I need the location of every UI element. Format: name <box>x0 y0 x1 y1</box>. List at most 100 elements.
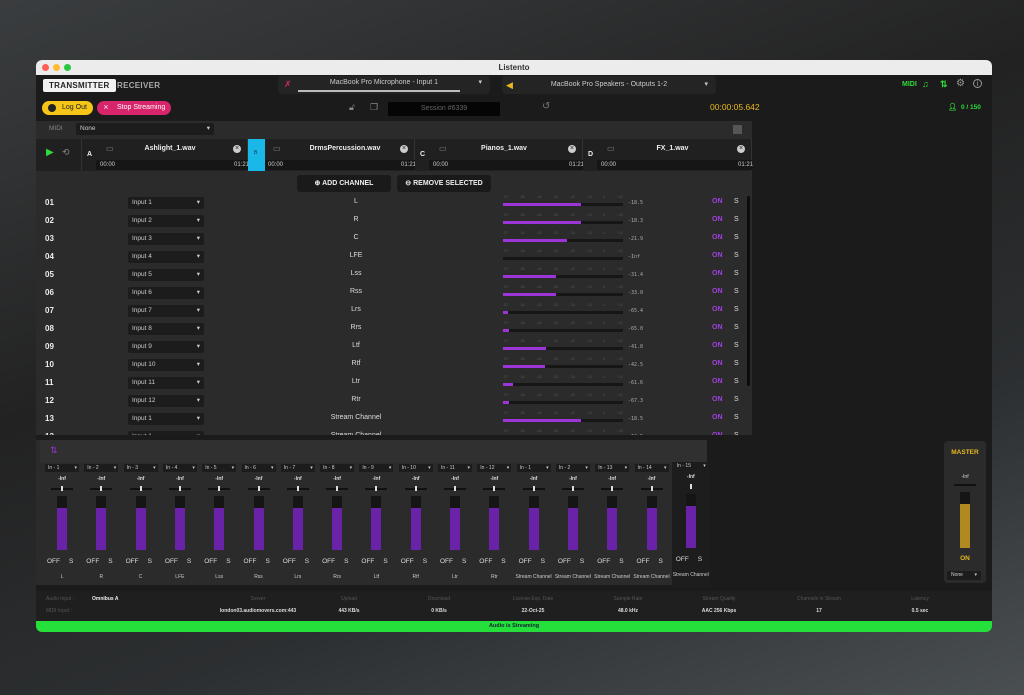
channel-solo-button[interactable]: S <box>734 234 739 241</box>
strip-on-toggle[interactable]: OFF <box>637 558 650 565</box>
strip-on-toggle[interactable]: OFF <box>401 558 414 565</box>
play-icon[interactable]: ▶ <box>46 147 54 158</box>
channel-on-toggle[interactable]: ON <box>712 270 723 277</box>
strip-on-toggle[interactable]: OFF <box>165 558 178 565</box>
strip-on-toggle[interactable]: OFF <box>283 558 296 565</box>
strip-input-select[interactable]: In - 10▾ <box>399 464 433 472</box>
folder-icon[interactable]: ▭ <box>607 144 615 153</box>
pan-handle[interactable] <box>415 486 417 491</box>
channel-on-toggle[interactable]: ON <box>712 216 723 223</box>
channel-row[interactable]: 04Input 4LFE-57-50-40-30-20-100+12-InfON… <box>36 248 748 266</box>
strip-input-select[interactable]: In - 15▾ <box>674 462 708 470</box>
channel-solo-button[interactable]: S <box>734 396 739 403</box>
pan-handle[interactable] <box>258 486 260 491</box>
strip-solo-button[interactable]: S <box>698 556 702 563</box>
loop-icon[interactable]: ⟲ <box>62 147 70 158</box>
strip-on-toggle[interactable]: OFF <box>558 558 571 565</box>
strip-input-select[interactable]: In - 3▾ <box>124 464 158 472</box>
strip-fader[interactable] <box>214 496 224 550</box>
channel-input-select[interactable]: Input 9 <box>128 341 204 353</box>
remove-file-icon[interactable]: × <box>400 145 408 153</box>
pan-handle[interactable] <box>533 486 535 491</box>
strip-on-toggle[interactable]: OFF <box>47 558 60 565</box>
pan-handle[interactable] <box>690 484 692 489</box>
channel-row[interactable]: 10Input 10Rtf-57-50-40-30-20-100+12-42.5… <box>36 356 748 374</box>
strip-on-toggle[interactable]: OFF <box>676 556 689 563</box>
channel-input-select[interactable]: Input 8 <box>128 323 204 335</box>
strip-input-select[interactable]: In - 1▾ <box>517 464 551 472</box>
strip-solo-button[interactable]: S <box>423 558 427 565</box>
gear-icon[interactable]: ⚙ <box>956 78 965 89</box>
strip-on-toggle[interactable]: OFF <box>479 558 492 565</box>
pan-handle[interactable] <box>61 486 63 491</box>
strip-fader[interactable] <box>96 496 106 550</box>
channel-solo-button[interactable]: S <box>734 306 739 313</box>
strip-solo-button[interactable]: S <box>226 558 230 565</box>
channel-solo-button[interactable]: S <box>734 198 739 205</box>
channel-solo-button[interactable]: S <box>734 378 739 385</box>
strip-on-toggle[interactable]: OFF <box>322 558 335 565</box>
pan-handle[interactable] <box>493 486 495 491</box>
channel-input-select[interactable]: Input 6 <box>128 287 204 299</box>
strip-input-select[interactable]: In - 12▾ <box>477 464 511 472</box>
history-icon[interactable]: ↺ <box>542 101 550 112</box>
music-note-icon[interactable]: ♫ <box>922 79 929 89</box>
channel-row[interactable]: 08Input 8Rrs-57-50-40-30-20-100+12-65.0O… <box>36 320 748 338</box>
strip-on-toggle[interactable]: OFF <box>244 558 257 565</box>
channel-solo-button[interactable]: S <box>734 216 739 223</box>
folder-icon[interactable]: ▭ <box>273 144 281 153</box>
channel-on-toggle[interactable]: ON <box>712 324 723 331</box>
channel-input-select[interactable]: Input 1 <box>128 413 204 425</box>
strip-on-toggle[interactable]: OFF <box>519 558 532 565</box>
remove-file-icon[interactable]: × <box>737 145 745 153</box>
channel-input-select[interactable]: Input 4 <box>128 251 204 263</box>
strip-fader[interactable] <box>57 496 67 550</box>
channel-solo-button[interactable]: S <box>734 432 739 435</box>
channel-solo-button[interactable]: S <box>734 252 739 259</box>
strip-solo-button[interactable]: S <box>108 558 112 565</box>
channel-solo-button[interactable]: S <box>734 414 739 421</box>
channel-row[interactable]: 13Input 1Stream Channel-57-50-40-30-20-1… <box>36 410 748 428</box>
channel-on-toggle[interactable]: ON <box>712 252 723 259</box>
channel-on-toggle[interactable]: ON <box>712 306 723 313</box>
strip-fader[interactable] <box>136 496 146 550</box>
strip-fader[interactable] <box>175 496 185 550</box>
pan-handle[interactable] <box>140 486 142 491</box>
pan-handle[interactable] <box>297 486 299 491</box>
channel-on-toggle[interactable]: ON <box>712 414 723 421</box>
close-window-button[interactable] <box>42 64 49 71</box>
master-pan-slider[interactable] <box>954 484 976 486</box>
channel-solo-button[interactable]: S <box>734 288 739 295</box>
pan-handle[interactable] <box>572 486 574 491</box>
midi-select[interactable]: None <box>76 123 214 135</box>
channel-input-select[interactable]: Input 1 <box>128 431 204 435</box>
session-field[interactable]: Session #6339 <box>388 102 500 116</box>
strip-input-select[interactable]: In - 6▾ <box>242 464 276 472</box>
tab-receiver[interactable]: RECEIVER <box>111 79 166 92</box>
strip-fader[interactable] <box>647 496 657 550</box>
strip-solo-button[interactable]: S <box>580 558 584 565</box>
strip-fader[interactable] <box>450 496 460 550</box>
strip-input-select[interactable]: In - 9▾ <box>359 464 393 472</box>
strip-on-toggle[interactable]: OFF <box>361 558 374 565</box>
copy-icon[interactable]: ❐ <box>370 102 378 113</box>
strip-fader[interactable] <box>568 496 578 550</box>
channel-row[interactable]: 01Input 1L-57-50-40-30-20-100+12-18.5ONS <box>36 194 748 212</box>
strip-solo-button[interactable]: S <box>619 558 623 565</box>
channel-solo-button[interactable]: S <box>734 324 739 331</box>
channel-solo-button[interactable]: S <box>734 342 739 349</box>
player-progress[interactable] <box>597 160 752 170</box>
channel-row[interactable]: 12Input 12Rtr-57-50-40-30-20-100+12-67.3… <box>36 392 748 410</box>
channel-row[interactable]: 02Input 2R-57-50-40-30-20-100+12-18.3ONS <box>36 212 748 230</box>
strip-input-select[interactable]: In - 7▾ <box>281 464 315 472</box>
channel-input-select[interactable]: Input 11 <box>128 377 204 389</box>
pan-handle[interactable] <box>100 486 102 491</box>
channel-input-select[interactable]: Input 5 <box>128 269 204 281</box>
strip-solo-button[interactable]: S <box>462 558 466 565</box>
strip-on-toggle[interactable]: OFF <box>597 558 610 565</box>
channel-on-toggle[interactable]: ON <box>712 234 723 241</box>
zoom-window-button[interactable] <box>64 64 71 71</box>
channel-on-toggle[interactable]: ON <box>712 396 723 403</box>
channel-solo-button[interactable]: S <box>734 270 739 277</box>
strip-input-select[interactable]: In - 1▾ <box>45 464 79 472</box>
